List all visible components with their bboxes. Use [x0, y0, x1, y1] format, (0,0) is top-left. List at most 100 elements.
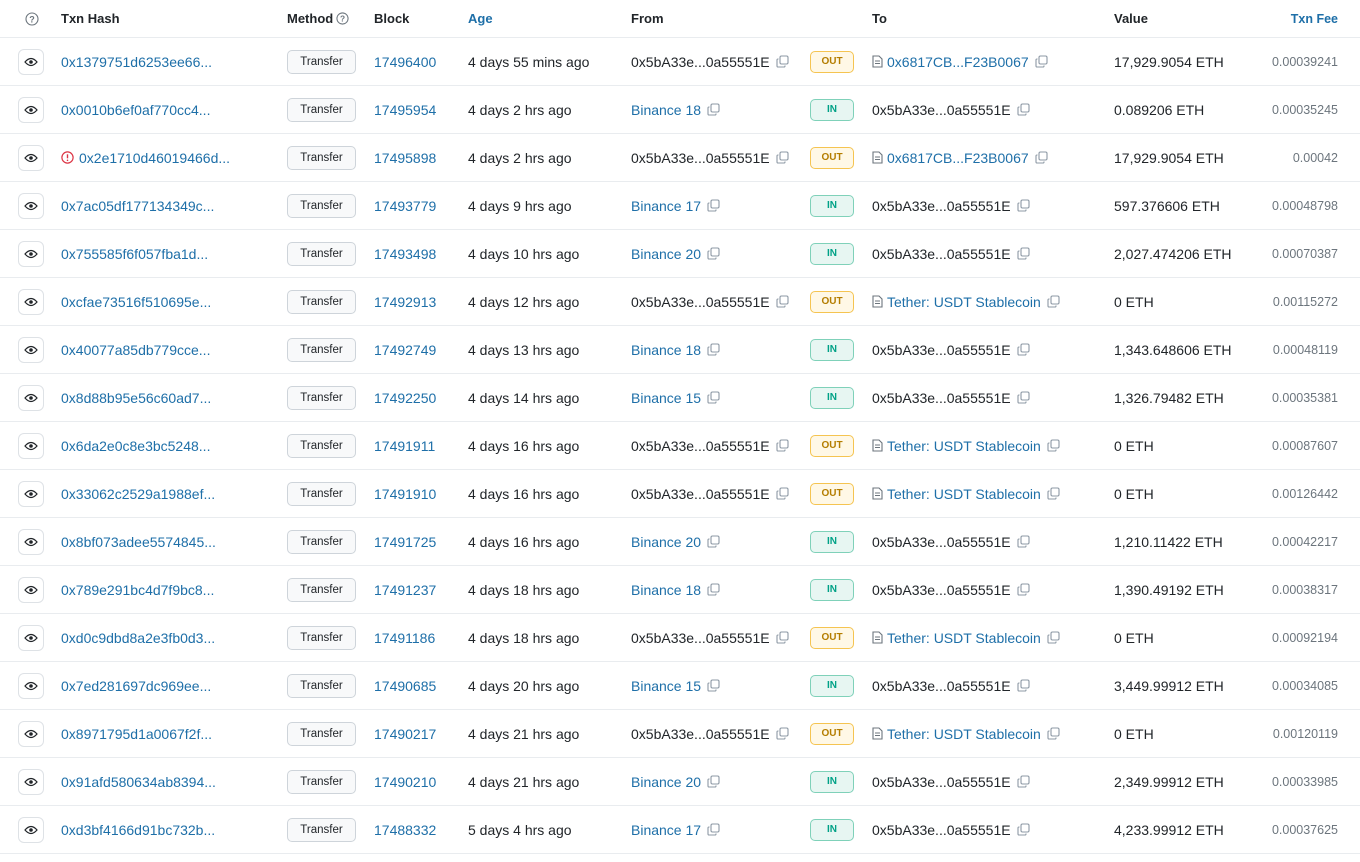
- to-address[interactable]: 0x6817CB...F23B0067: [887, 54, 1029, 70]
- txn-hash-link[interactable]: 0x0010b6ef0af770cc4...: [61, 102, 210, 118]
- copy-icon[interactable]: [1047, 487, 1060, 500]
- view-button[interactable]: [18, 720, 44, 747]
- to-address[interactable]: Tether: USDT Stablecoin: [887, 486, 1041, 502]
- txn-hash-link[interactable]: 0x33062c2529a1988ef...: [61, 486, 215, 502]
- copy-icon[interactable]: [1047, 727, 1060, 740]
- block-link[interactable]: 17491911: [374, 438, 435, 454]
- copy-icon[interactable]: [1017, 247, 1030, 260]
- copy-icon[interactable]: [1035, 151, 1048, 164]
- view-button[interactable]: [18, 48, 44, 75]
- copy-icon[interactable]: [707, 775, 720, 788]
- txn-hash-link[interactable]: 0x2e1710d46019466d...: [79, 150, 230, 166]
- txn-hash-link[interactable]: 0x789e291bc4d7f9bc8...: [61, 582, 214, 598]
- to-address[interactable]: Tether: USDT Stablecoin: [887, 294, 1041, 310]
- view-button[interactable]: [18, 384, 44, 411]
- from-address[interactable]: Binance 17: [631, 198, 701, 214]
- copy-icon[interactable]: [707, 199, 720, 212]
- from-address[interactable]: Binance 17: [631, 822, 701, 838]
- copy-icon[interactable]: [776, 439, 789, 452]
- block-link[interactable]: 17490685: [374, 678, 436, 694]
- txn-hash-link[interactable]: 0x6da2e0c8e3bc5248...: [61, 438, 210, 454]
- view-button[interactable]: [18, 192, 44, 219]
- view-button[interactable]: [18, 240, 44, 267]
- txn-hash-link[interactable]: 0xcfae73516f510695e...: [61, 294, 211, 310]
- copy-icon[interactable]: [1017, 823, 1030, 836]
- view-button[interactable]: [18, 768, 44, 795]
- block-link[interactable]: 17491186: [374, 630, 435, 646]
- block-link[interactable]: 17490217: [374, 726, 436, 742]
- copy-icon[interactable]: [707, 103, 720, 116]
- question-icon[interactable]: ?: [336, 12, 349, 25]
- from-address[interactable]: Binance 20: [631, 246, 701, 262]
- block-link[interactable]: 17491910: [374, 486, 436, 502]
- copy-icon[interactable]: [1017, 199, 1030, 212]
- question-icon[interactable]: ?: [25, 11, 39, 26]
- from-address[interactable]: Binance 20: [631, 774, 701, 790]
- view-button[interactable]: [18, 96, 44, 123]
- copy-icon[interactable]: [707, 247, 720, 260]
- to-address[interactable]: Tether: USDT Stablecoin: [887, 438, 1041, 454]
- view-button[interactable]: [18, 480, 44, 507]
- from-address[interactable]: Binance 18: [631, 342, 701, 358]
- block-link[interactable]: 17495898: [374, 150, 436, 166]
- txn-hash-link[interactable]: 0x8971795d1a0067f2f...: [61, 726, 212, 742]
- txn-hash-link[interactable]: 0xd3bf4166d91bc732b...: [61, 822, 215, 838]
- txn-hash-link[interactable]: 0xd0c9dbd8a2e3fb0d3...: [61, 630, 215, 646]
- block-link[interactable]: 17491237: [374, 582, 436, 598]
- copy-icon[interactable]: [1017, 103, 1030, 116]
- block-link[interactable]: 17493779: [374, 198, 436, 214]
- copy-icon[interactable]: [776, 487, 789, 500]
- view-button[interactable]: [18, 816, 44, 843]
- block-link[interactable]: 17493498: [374, 246, 436, 262]
- block-link[interactable]: 17495954: [374, 102, 436, 118]
- header-txn-fee-toggle[interactable]: Txn Fee: [1291, 0, 1338, 37]
- copy-icon[interactable]: [1017, 343, 1030, 356]
- copy-icon[interactable]: [1047, 631, 1060, 644]
- to-address[interactable]: 0x6817CB...F23B0067: [887, 150, 1029, 166]
- block-link[interactable]: 17488332: [374, 822, 436, 838]
- from-address[interactable]: Binance 18: [631, 102, 701, 118]
- to-address[interactable]: Tether: USDT Stablecoin: [887, 630, 1041, 646]
- txn-hash-link[interactable]: 0x8bf073adee5574845...: [61, 534, 216, 550]
- block-link[interactable]: 17492250: [374, 390, 436, 406]
- txn-hash-link[interactable]: 0x91afd580634ab8394...: [61, 774, 216, 790]
- copy-icon[interactable]: [1017, 535, 1030, 548]
- view-button[interactable]: [18, 576, 44, 603]
- from-address[interactable]: Binance 20: [631, 534, 701, 550]
- header-age-toggle[interactable]: Age: [468, 0, 493, 37]
- copy-icon[interactable]: [1017, 679, 1030, 692]
- copy-icon[interactable]: [707, 823, 720, 836]
- copy-icon[interactable]: [707, 535, 720, 548]
- copy-icon[interactable]: [1047, 439, 1060, 452]
- block-link[interactable]: 17490210: [374, 774, 436, 790]
- from-address[interactable]: Binance 15: [631, 390, 701, 406]
- txn-hash-link[interactable]: 0x7ac05df177134349c...: [61, 198, 214, 214]
- copy-icon[interactable]: [1017, 775, 1030, 788]
- block-link[interactable]: 17496400: [374, 54, 436, 70]
- copy-icon[interactable]: [1047, 295, 1060, 308]
- txn-hash-link[interactable]: 0x1379751d6253ee66...: [61, 54, 212, 70]
- copy-icon[interactable]: [1017, 583, 1030, 596]
- copy-icon[interactable]: [776, 55, 789, 68]
- copy-icon[interactable]: [1017, 391, 1030, 404]
- txn-hash-link[interactable]: 0x40077a85db779cce...: [61, 342, 210, 358]
- view-button[interactable]: [18, 144, 44, 171]
- copy-icon[interactable]: [776, 151, 789, 164]
- header-help[interactable]: ?: [18, 0, 39, 37]
- view-button[interactable]: [18, 288, 44, 315]
- from-address[interactable]: Binance 18: [631, 582, 701, 598]
- txn-hash-link[interactable]: 0x7ed281697dc969ee...: [61, 678, 211, 694]
- view-button[interactable]: [18, 432, 44, 459]
- copy-icon[interactable]: [776, 727, 789, 740]
- view-button[interactable]: [18, 336, 44, 363]
- copy-icon[interactable]: [707, 583, 720, 596]
- view-button[interactable]: [18, 624, 44, 651]
- copy-icon[interactable]: [707, 343, 720, 356]
- copy-icon[interactable]: [707, 679, 720, 692]
- copy-icon[interactable]: [776, 295, 789, 308]
- view-button[interactable]: [18, 528, 44, 555]
- copy-icon[interactable]: [707, 391, 720, 404]
- txn-hash-link[interactable]: 0x755585f6f057fba1d...: [61, 246, 208, 262]
- block-link[interactable]: 17492749: [374, 342, 436, 358]
- view-button[interactable]: [18, 672, 44, 699]
